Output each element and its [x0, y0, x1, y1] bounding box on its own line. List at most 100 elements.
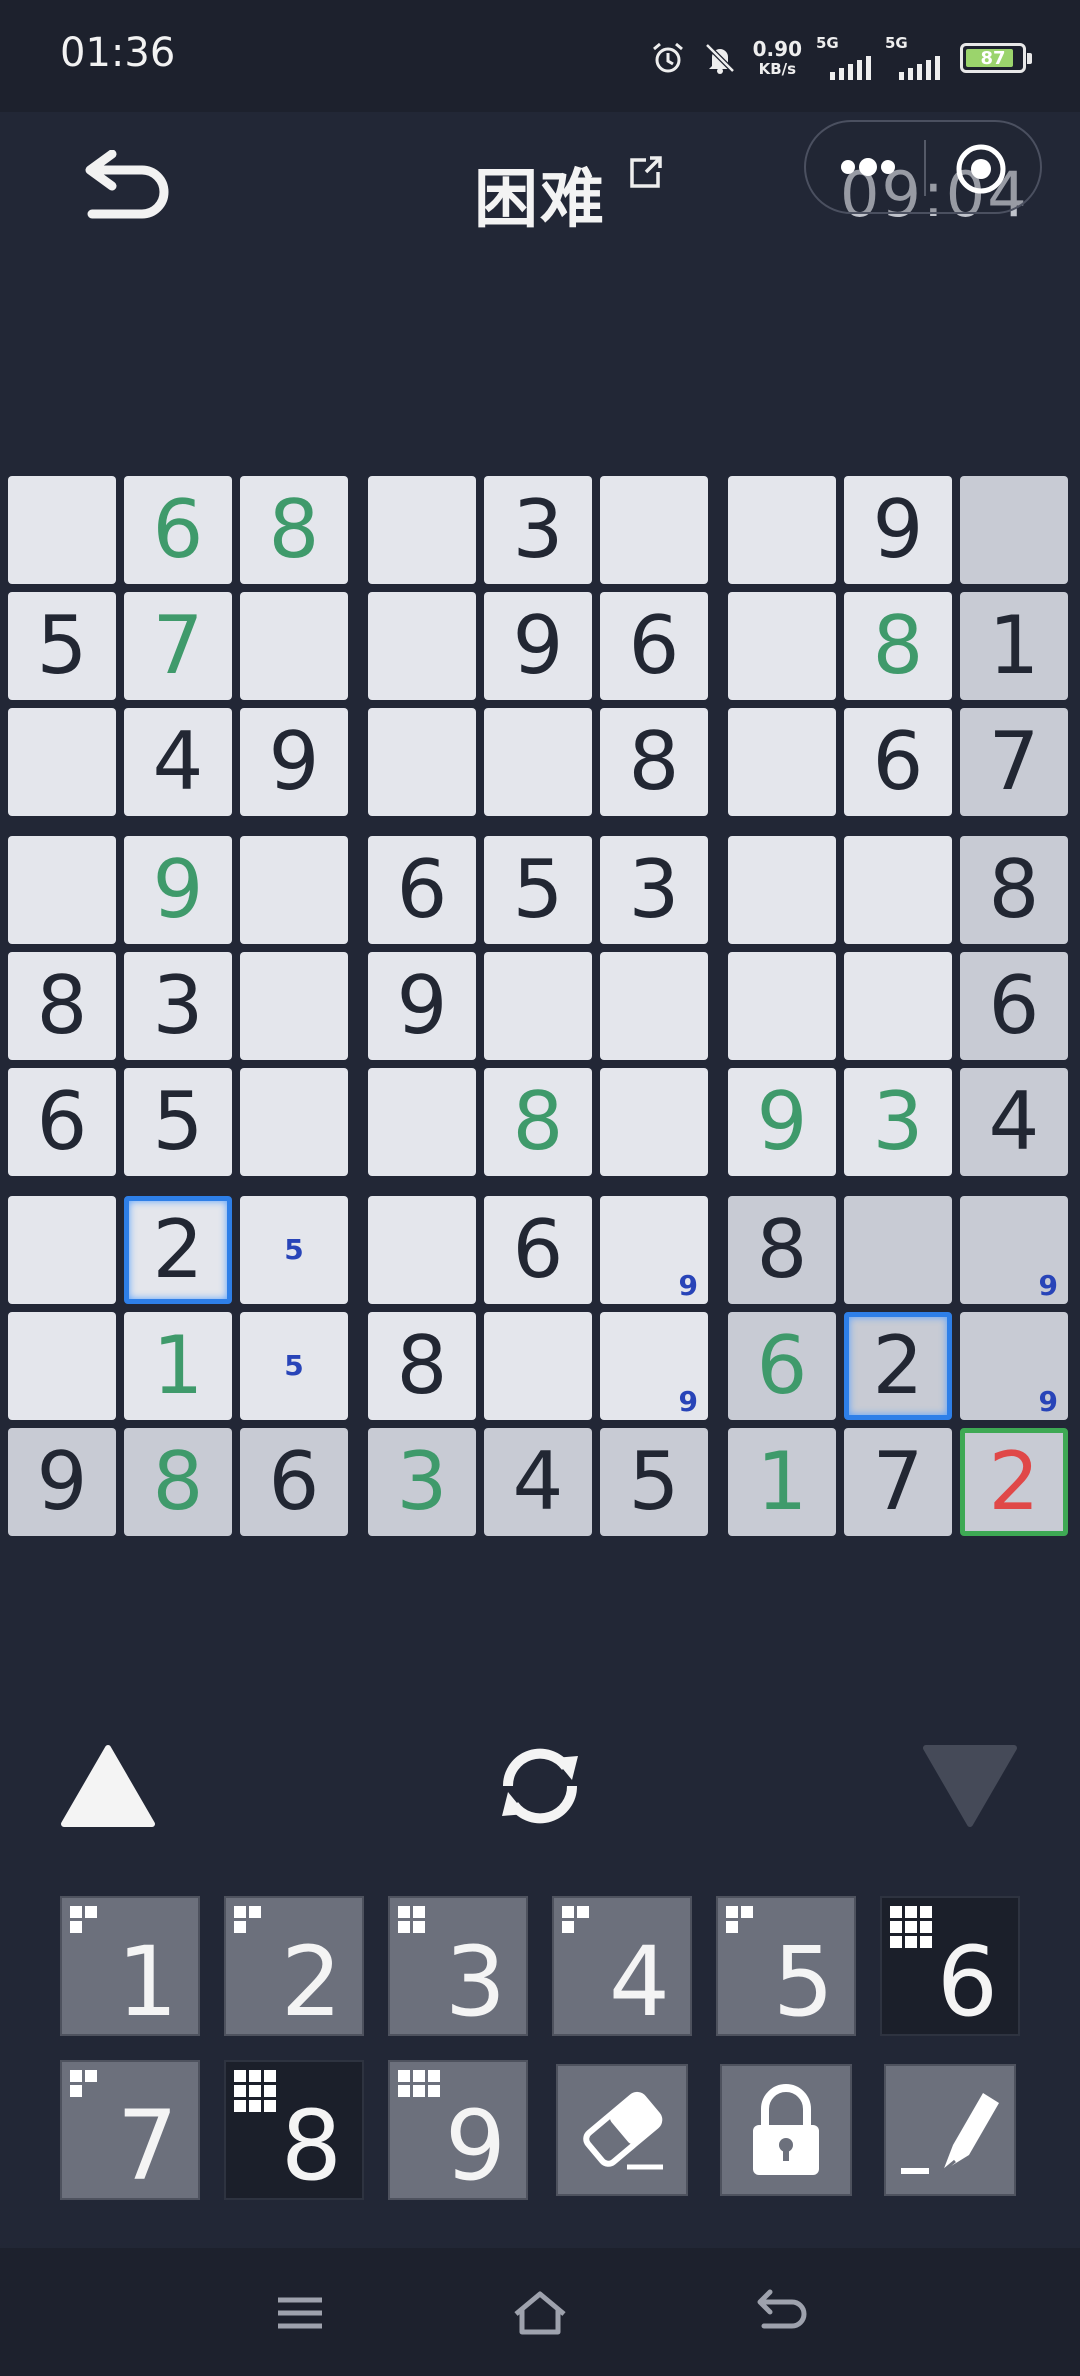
number-key-1[interactable]: 1 [60, 1896, 200, 2036]
sudoku-cell-r2c8[interactable]: 8 [844, 592, 952, 700]
pencil-button[interactable] [884, 2064, 1016, 2196]
sudoku-cell-r4c7[interactable] [728, 836, 836, 944]
sudoku-cell-r3c6[interactable]: 8 [600, 708, 708, 816]
sudoku-cell-r4c4[interactable]: 6 [368, 836, 476, 944]
back-icon[interactable] [750, 2288, 810, 2338]
sudoku-cell-r1c8[interactable]: 9 [844, 476, 952, 584]
menu-icon[interactable] [270, 2288, 330, 2338]
sudoku-cell-r6c3[interactable] [240, 1068, 348, 1176]
sudoku-cell-r3c2[interactable]: 4 [124, 708, 232, 816]
number-key-5[interactable]: 5 [716, 1896, 856, 2036]
sudoku-cell-r4c5[interactable]: 5 [484, 836, 592, 944]
sudoku-cell-r8c3[interactable]: 5 [240, 1312, 348, 1420]
sudoku-cell-r5c1[interactable]: 8 [8, 952, 116, 1060]
sudoku-cell-r9c4[interactable]: 3 [368, 1428, 476, 1536]
sudoku-cell-r3c8[interactable]: 6 [844, 708, 952, 816]
sudoku-cell-r8c5[interactable] [484, 1312, 592, 1420]
sudoku-cell-r6c9[interactable]: 4 [960, 1068, 1068, 1176]
lock-button[interactable] [720, 2064, 852, 2196]
sudoku-cell-r4c9[interactable]: 8 [960, 836, 1068, 944]
sudoku-cell-r7c6[interactable]: 9 [600, 1196, 708, 1304]
sudoku-cell-r2c9[interactable]: 1 [960, 592, 1068, 700]
sudoku-cell-r5c2[interactable]: 3 [124, 952, 232, 1060]
sudoku-cell-r9c8[interactable]: 7 [844, 1428, 952, 1536]
number-key-4[interactable]: 4 [552, 1896, 692, 2036]
sudoku-cell-r7c9[interactable]: 9 [960, 1196, 1068, 1304]
sudoku-cell-r9c9[interactable]: 2 [960, 1428, 1068, 1536]
sudoku-cell-r5c5[interactable] [484, 952, 592, 1060]
sudoku-cell-r7c2[interactable]: 2 [124, 1196, 232, 1304]
sudoku-cell-r5c3[interactable] [240, 952, 348, 1060]
sudoku-cell-r2c1[interactable]: 5 [8, 592, 116, 700]
sudoku-cell-r5c9[interactable]: 6 [960, 952, 1068, 1060]
sudoku-cell-r1c5[interactable]: 3 [484, 476, 592, 584]
sudoku-cell-r3c4[interactable] [368, 708, 476, 816]
sudoku-cell-r7c7[interactable]: 8 [728, 1196, 836, 1304]
number-key-6[interactable]: 6 [880, 1896, 1020, 2036]
sudoku-cell-r8c6[interactable]: 9 [600, 1312, 708, 1420]
triangle-down-icon[interactable] [920, 1742, 1020, 1832]
sudoku-cell-r4c3[interactable] [240, 836, 348, 944]
sudoku-cell-r6c6[interactable] [600, 1068, 708, 1176]
sudoku-cell-r3c9[interactable]: 7 [960, 708, 1068, 816]
sudoku-cell-r6c5[interactable]: 8 [484, 1068, 592, 1176]
sudoku-cell-r3c1[interactable] [8, 708, 116, 816]
sudoku-cell-r9c5[interactable]: 4 [484, 1428, 592, 1536]
sudoku-cell-r8c9[interactable]: 9 [960, 1312, 1068, 1420]
sudoku-cell-r1c4[interactable] [368, 476, 476, 584]
sudoku-cell-r3c5[interactable] [484, 708, 592, 816]
sudoku-cell-r2c7[interactable] [728, 592, 836, 700]
sudoku-cell-r2c6[interactable]: 6 [600, 592, 708, 700]
refresh-icon[interactable] [488, 1736, 592, 1836]
sudoku-cell-r4c6[interactable]: 3 [600, 836, 708, 944]
more-dots-icon[interactable] [836, 152, 896, 182]
eraser-button[interactable] [556, 2064, 688, 2196]
sudoku-cell-r4c8[interactable] [844, 836, 952, 944]
sudoku-cell-r8c2[interactable]: 1 [124, 1312, 232, 1420]
sudoku-cell-r8c7[interactable]: 6 [728, 1312, 836, 1420]
sudoku-cell-r3c3[interactable]: 9 [240, 708, 348, 816]
sudoku-cell-r7c3[interactable]: 5 [240, 1196, 348, 1304]
sudoku-cell-r5c8[interactable] [844, 952, 952, 1060]
sudoku-cell-r6c1[interactable]: 6 [8, 1068, 116, 1176]
sudoku-cell-r7c8[interactable] [844, 1196, 952, 1304]
sudoku-cell-r1c3[interactable]: 8 [240, 476, 348, 584]
sudoku-cell-r2c4[interactable] [368, 592, 476, 700]
close-target-icon[interactable] [952, 140, 1010, 198]
sudoku-cell-r9c2[interactable]: 8 [124, 1428, 232, 1536]
sudoku-cell-r6c2[interactable]: 5 [124, 1068, 232, 1176]
sudoku-cell-r9c7[interactable]: 1 [728, 1428, 836, 1536]
number-key-7[interactable]: 7 [60, 2060, 200, 2200]
home-icon[interactable] [510, 2288, 570, 2338]
number-key-2[interactable]: 2 [224, 1896, 364, 2036]
sudoku-cell-r4c1[interactable] [8, 836, 116, 944]
triangle-up-icon[interactable] [58, 1740, 158, 1830]
sudoku-cell-r8c4[interactable]: 8 [368, 1312, 476, 1420]
sudoku-cell-r1c2[interactable]: 6 [124, 476, 232, 584]
sudoku-cell-r3c7[interactable] [728, 708, 836, 816]
sudoku-cell-r2c5[interactable]: 9 [484, 592, 592, 700]
number-key-9[interactable]: 9 [388, 2060, 528, 2200]
sudoku-cell-r6c4[interactable] [368, 1068, 476, 1176]
sudoku-cell-r8c1[interactable] [8, 1312, 116, 1420]
sudoku-cell-r2c3[interactable] [240, 592, 348, 700]
share-external-icon[interactable] [626, 154, 664, 192]
sudoku-cell-r5c6[interactable] [600, 952, 708, 1060]
sudoku-cell-r6c8[interactable]: 3 [844, 1068, 952, 1176]
sudoku-cell-r2c2[interactable]: 7 [124, 592, 232, 700]
sudoku-cell-r7c5[interactable]: 6 [484, 1196, 592, 1304]
number-key-3[interactable]: 3 [388, 1896, 528, 2036]
sudoku-cell-r9c6[interactable]: 5 [600, 1428, 708, 1536]
sudoku-cell-r7c4[interactable] [368, 1196, 476, 1304]
number-key-8[interactable]: 8 [224, 2060, 364, 2200]
sudoku-cell-r1c7[interactable] [728, 476, 836, 584]
sudoku-cell-r5c4[interactable]: 9 [368, 952, 476, 1060]
sudoku-cell-r7c1[interactable] [8, 1196, 116, 1304]
sudoku-cell-r5c7[interactable] [728, 952, 836, 1060]
sudoku-cell-r6c7[interactable]: 9 [728, 1068, 836, 1176]
sudoku-cell-r8c8[interactable]: 2 [844, 1312, 952, 1420]
sudoku-cell-r4c2[interactable]: 9 [124, 836, 232, 944]
sudoku-cell-r1c9[interactable] [960, 476, 1068, 584]
sudoku-cell-r9c3[interactable]: 6 [240, 1428, 348, 1536]
sudoku-cell-r1c1[interactable] [8, 476, 116, 584]
